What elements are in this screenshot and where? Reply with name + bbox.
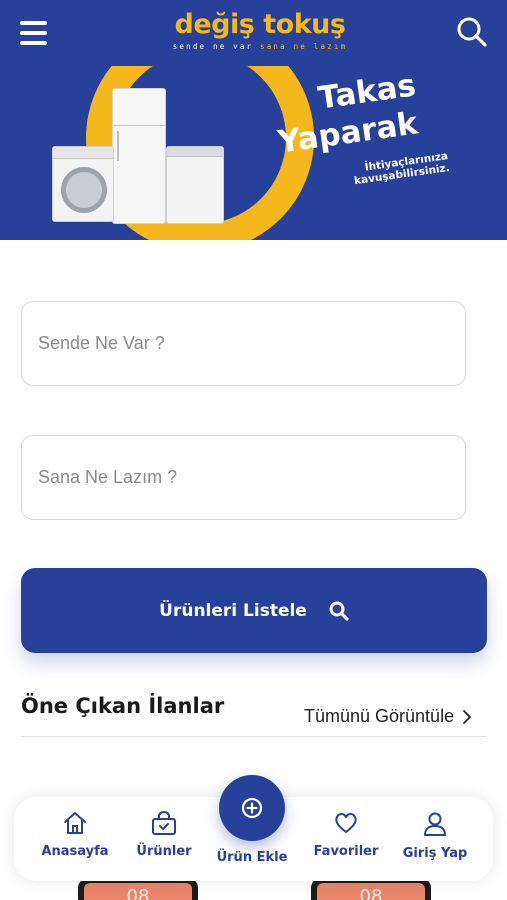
view-all-link[interactable]: Tümünü Görüntüle <box>304 706 472 727</box>
product-card[interactable]: 08 <box>78 878 198 900</box>
product-image: 08 <box>84 883 192 900</box>
top-bar: değiş tokuş sende ne var sana ne lazım <box>0 0 507 66</box>
logo-tagline: sende ne var sana ne lazım <box>172 42 348 51</box>
logo-text: değiş tokuş <box>174 9 346 40</box>
nav-favorites[interactable]: Favoriler <box>310 811 382 859</box>
dishwasher-image <box>166 146 224 224</box>
product-image: 08 <box>317 883 425 900</box>
banner-subtitle: İhtiyaçlarınıza kavuşabilirsiniz. <box>353 150 451 188</box>
shopping-bag-icon <box>152 811 176 835</box>
nav-products-label: Ürünler <box>136 844 192 859</box>
user-icon <box>424 812 446 836</box>
plus-circle-icon <box>241 797 263 819</box>
nav-products[interactable]: Ürünler <box>132 811 196 859</box>
nav-login[interactable]: Giriş Yap <box>399 811 471 861</box>
need-field <box>21 435 466 520</box>
nav-login-label: Giriş Yap <box>402 846 468 861</box>
add-product-button[interactable] <box>219 775 285 841</box>
nav-home-label: Anasayfa <box>41 844 109 859</box>
view-all-label: Tümünü Görüntüle <box>304 706 455 726</box>
list-products-button[interactable]: Ürünleri Listele <box>21 568 487 653</box>
menu-icon[interactable] <box>20 21 47 45</box>
heart-icon <box>335 813 357 833</box>
logo[interactable]: değiş tokuş sende ne var sana ne lazım <box>160 8 360 60</box>
washing-machine-image <box>52 146 114 222</box>
have-field <box>21 301 466 386</box>
featured-title: Öne Çıkan İlanlar <box>21 694 225 718</box>
promo-banner[interactable]: Takas Yaparak İhtiyaçlarınıza kavuşabili… <box>0 66 507 240</box>
nav-home[interactable]: Anasayfa <box>38 811 112 859</box>
search-icon <box>329 601 349 621</box>
product-card[interactable]: 08 <box>311 878 431 900</box>
have-input[interactable] <box>22 302 465 385</box>
chevron-right-icon <box>463 709 471 724</box>
section-divider <box>21 736 487 737</box>
need-input[interactable] <box>22 436 465 519</box>
search-icon[interactable] <box>456 16 488 48</box>
nav-favorites-label: Favoriler <box>313 844 379 859</box>
add-product-label: Ürün Ekle <box>216 850 288 865</box>
list-products-label: Ürünleri Listele <box>159 600 307 621</box>
home-icon <box>64 812 86 834</box>
fridge-image <box>112 88 166 224</box>
